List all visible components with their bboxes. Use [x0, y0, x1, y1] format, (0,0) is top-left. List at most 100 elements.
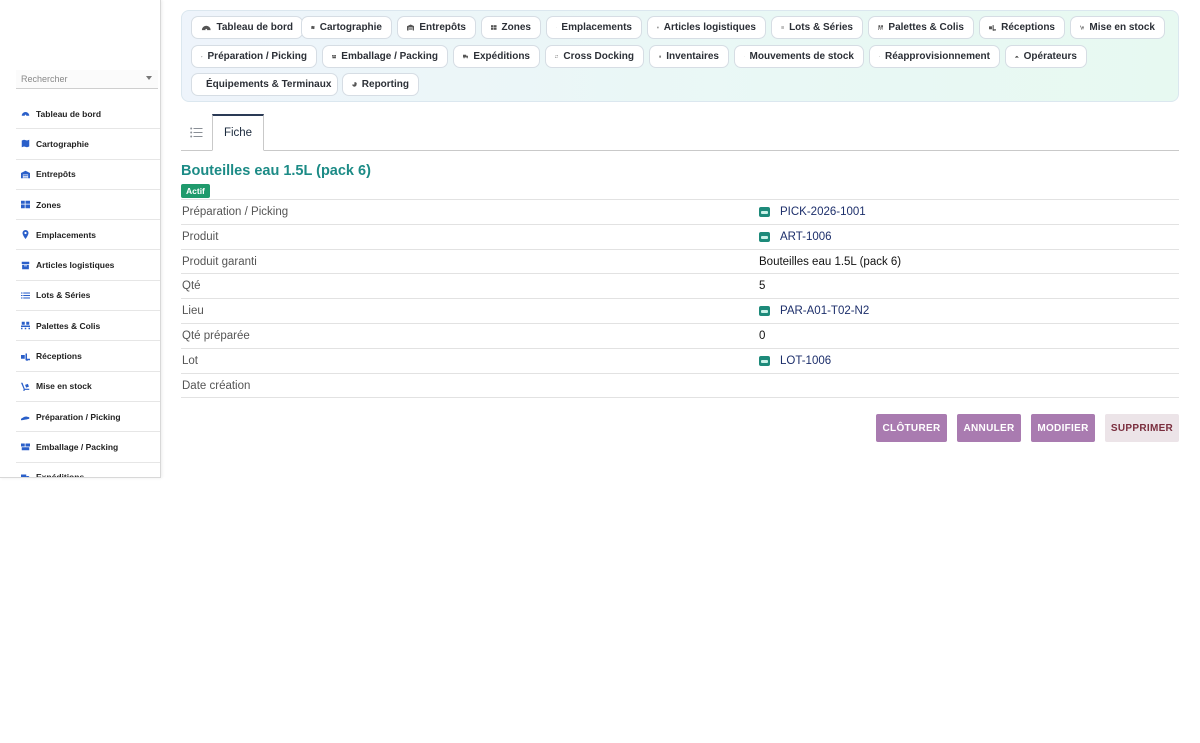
tab-fiche[interactable]: Fiche: [212, 114, 264, 151]
list-view-icon: [189, 127, 202, 137]
list-icon: [781, 22, 785, 33]
sidebar-item-label: Expéditions: [36, 472, 85, 478]
sidebar-item-6[interactable]: Lots & Séries: [16, 281, 160, 312]
nav-pill-6[interactable]: Lots & Séries: [771, 16, 863, 39]
nav-pill-1[interactable]: Cartographie: [301, 16, 392, 39]
dolly-icon: [1080, 22, 1085, 33]
nav-pill-label: Équipements & Terminaux: [206, 79, 332, 90]
field-row: Lieu PAR-A01-T02-N2: [181, 299, 1179, 324]
sidebar-item-2[interactable]: Entrepôts: [16, 160, 160, 190]
edit-button[interactable]: MODIFIER: [1031, 414, 1095, 442]
dashboard-icon: [21, 109, 30, 118]
shuffle-icon: [744, 51, 745, 62]
nav-pill-8[interactable]: Réceptions: [979, 16, 1065, 39]
dashboard-icon: [201, 22, 212, 33]
record-tabs: Fiche: [181, 114, 1179, 151]
field-label: Qté: [182, 280, 201, 293]
hard-hat-icon: [1015, 51, 1019, 62]
nav-pill-label: Entrepôts: [419, 22, 466, 33]
sidebar-item-label: Emballage / Packing: [36, 441, 119, 452]
nav-pill-label: Palettes & Colis: [888, 22, 964, 33]
shipping-icon: [21, 473, 30, 477]
sidebar-item-label: Cartographie: [36, 138, 89, 149]
close-button[interactable]: CLÔTURER: [876, 414, 947, 442]
dolly-icon: [21, 382, 30, 391]
nav-pill-label: Cross Docking: [563, 51, 634, 62]
warehouse-icon: [407, 22, 415, 33]
field-label: Qté préparée: [182, 329, 250, 342]
nav-pill-12[interactable]: Expéditions: [453, 45, 540, 68]
nav-pill-19[interactable]: Reporting: [342, 73, 419, 96]
nav-pill-16[interactable]: Réapprovisionnement: [869, 45, 1000, 68]
field-label: Produit garanti: [182, 255, 257, 268]
nav-pill-9[interactable]: Mise en stock: [1070, 16, 1165, 39]
sidebar-item-10[interactable]: Préparation / Picking: [16, 402, 160, 433]
nav-pill-10[interactable]: Préparation / Picking: [191, 45, 317, 68]
sidebar-search-select[interactable]: Rechercher: [16, 70, 158, 89]
field-label: Lot: [182, 354, 198, 367]
nav-pill-18[interactable]: Équipements & Terminaux: [191, 73, 338, 96]
nav-pill-label: Expéditions: [473, 51, 530, 62]
field-value-text: 0: [759, 329, 766, 342]
nav-pill-2[interactable]: Entrepôts: [397, 16, 476, 39]
field-link[interactable]: ART-1006: [759, 231, 832, 243]
tab-list-view[interactable]: [181, 114, 211, 150]
hand-icon: [21, 412, 30, 421]
sidebar-item-12[interactable]: Expéditions: [16, 463, 160, 478]
delete-button[interactable]: SUPPRIMER: [1105, 414, 1179, 442]
list-icon: [21, 291, 30, 300]
sidebar-item-0[interactable]: Tableau de bord: [16, 99, 160, 130]
field-link[interactable]: PICK-2026-1001: [759, 206, 866, 218]
nav-pill-label: Emplacements: [561, 22, 632, 33]
sidebar: Rechercher Tableau de bord Cartographie En…: [0, 0, 161, 478]
nav-pill-label: Mouvements de stock: [749, 51, 854, 62]
nav-pill-5[interactable]: Articles logistiques: [647, 16, 766, 39]
sidebar-item-label: Palettes & Colis: [36, 320, 101, 331]
record-link-icon: [759, 355, 770, 366]
field-value: 5: [759, 280, 765, 292]
field-value-text: LOT-1006: [780, 354, 832, 367]
grid-icon: [491, 22, 497, 33]
nav-pill-label: Articles logistiques: [663, 22, 756, 33]
boxes-icon: [332, 51, 337, 62]
field-link[interactable]: LOT-1006: [759, 355, 831, 367]
sidebar-item-3[interactable]: Zones: [16, 190, 160, 221]
field-value-text: PICK-2026-1001: [780, 206, 866, 218]
nav-pill-14[interactable]: Inventaires: [649, 45, 729, 68]
field-row: Produit garanti Bouteilles eau 1.5L (pack…: [181, 250, 1179, 275]
field-label: Produit: [182, 230, 219, 243]
nav-pill-17[interactable]: Opérateurs: [1005, 45, 1087, 68]
field-value: Bouteilles eau 1.5L (pack 6): [759, 256, 901, 268]
field-row: Préparation / Picking PICK-2026-1001: [181, 200, 1179, 225]
nav-pill-label: Tableau de bord: [216, 22, 294, 33]
field-label: Date création: [182, 379, 251, 392]
cancel-button[interactable]: ANNULER: [957, 414, 1021, 442]
box-icon: [21, 261, 30, 270]
nav-pill-15[interactable]: Mouvements de stock: [734, 45, 864, 68]
nav-pill-13[interactable]: Cross Docking: [545, 45, 644, 68]
field-link[interactable]: PAR-A01-T02-N2: [759, 305, 869, 317]
nav-pill-0[interactable]: Tableau de bord: [191, 16, 303, 39]
sidebar-item-label: Zones: [36, 199, 62, 210]
sidebar-item-11[interactable]: Emballage / Packing: [16, 432, 160, 463]
sidebar-item-8[interactable]: Réceptions: [16, 341, 160, 372]
pallet-icon: [21, 321, 30, 330]
nav-pill-7[interactable]: Palettes & Colis: [868, 16, 974, 39]
map-icon: [21, 139, 30, 148]
nav-pill-3[interactable]: Zones: [481, 16, 541, 39]
nav-pill-4[interactable]: Emplacements: [546, 16, 642, 39]
sidebar-item-7[interactable]: Palettes & Colis: [16, 311, 160, 342]
sidebar-item-label: Tableau de bord: [36, 108, 102, 119]
sidebar-item-4[interactable]: Emplacements: [16, 220, 160, 251]
nav-pill-label: Reporting: [361, 79, 409, 90]
exchange-icon: [555, 51, 559, 62]
truck-loading-icon: [989, 22, 997, 33]
sidebar-item-9[interactable]: Mise en stock: [16, 372, 160, 402]
nav-pill-11[interactable]: Emballage / Packing: [322, 45, 448, 68]
sidebar-item-5[interactable]: Articles logistiques: [16, 250, 160, 281]
refresh-icon: [879, 51, 880, 62]
field-row: Qté préparée 0: [181, 324, 1179, 349]
field-row: Produit ART-1006: [181, 225, 1179, 250]
sidebar-item-label: Lots & Séries: [36, 290, 91, 301]
sidebar-item-1[interactable]: Cartographie: [16, 129, 160, 160]
